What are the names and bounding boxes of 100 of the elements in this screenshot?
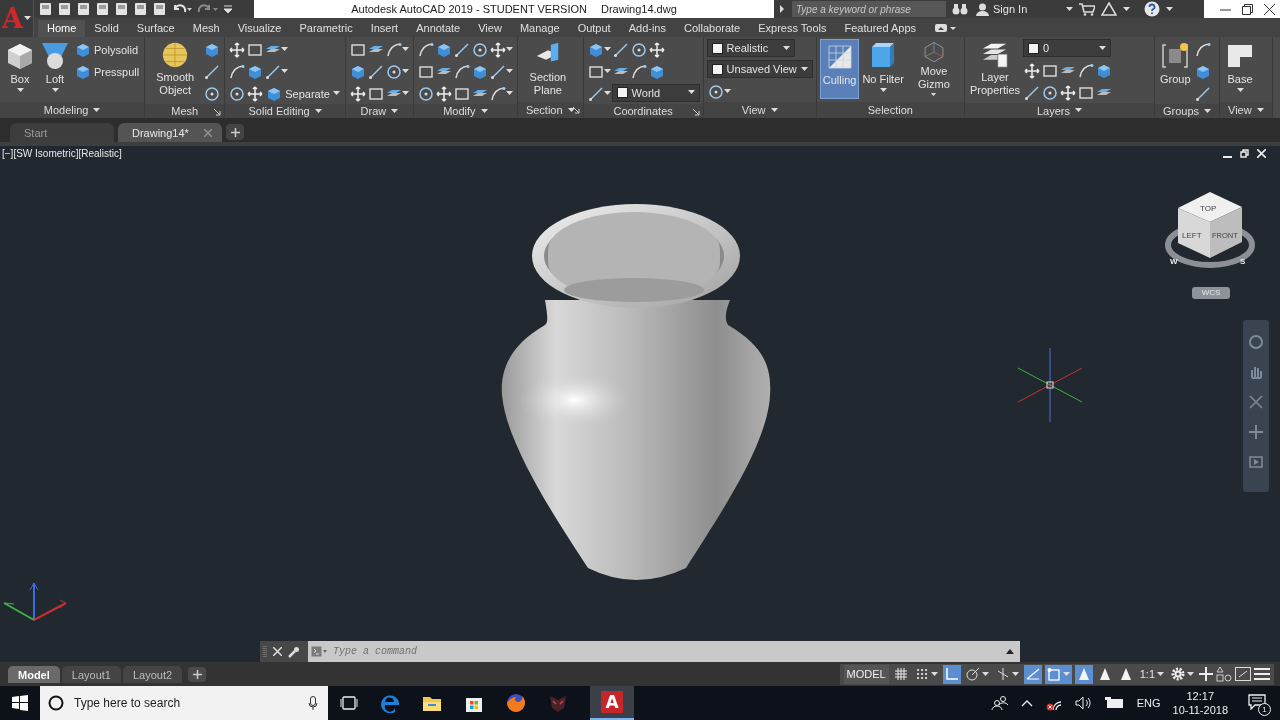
showmotion-icon[interactable] bbox=[1248, 454, 1264, 470]
ribbon-button[interactable]: Loft bbox=[38, 39, 72, 99]
tool-button[interactable] bbox=[434, 83, 453, 104]
viewport-control[interactable]: [SW Isometric] bbox=[13, 148, 79, 159]
taskbar-search-field[interactable]: Type here to search bbox=[72, 695, 300, 711]
panel-title[interactable]: Selection bbox=[816, 102, 964, 118]
expand-arrow-icon[interactable] bbox=[778, 4, 786, 14]
viewport-control[interactable]: [Realistic] bbox=[78, 148, 122, 159]
dropdown-icon[interactable] bbox=[223, 4, 233, 14]
status-toggle[interactable] bbox=[1074, 664, 1093, 684]
ribbon-tab[interactable]: Output bbox=[568, 20, 620, 37]
ribbon-button[interactable]: Smooth Object bbox=[148, 39, 203, 99]
ribbon-tab[interactable]: Home bbox=[38, 20, 86, 37]
cart-icon[interactable] bbox=[1079, 2, 1095, 16]
ribbon-tab[interactable]: Collaborate bbox=[674, 20, 750, 37]
viewport-control[interactable]: [−] bbox=[2, 148, 14, 159]
ribbon-button[interactable]: Move Gizmo bbox=[906, 39, 961, 99]
dropdown[interactable]: 0 bbox=[1022, 39, 1111, 57]
launcher-icon[interactable] bbox=[572, 107, 580, 114]
autocad-app-button[interactable]: A bbox=[601, 691, 623, 713]
ribbon-toggle-icon[interactable] bbox=[935, 23, 958, 33]
ribbon-tab[interactable]: Manage bbox=[510, 20, 569, 37]
ribbon-button[interactable]: Section Plane bbox=[520, 39, 575, 99]
speaker-icon[interactable] bbox=[1074, 696, 1093, 710]
battery-icon[interactable] bbox=[1104, 697, 1125, 709]
status-toggle[interactable] bbox=[1044, 664, 1072, 684]
microphone-icon[interactable] bbox=[308, 695, 318, 711]
ribbon-tab[interactable]: Solid bbox=[85, 20, 128, 37]
dropdown[interactable]: Realistic bbox=[706, 39, 795, 57]
status-toggle[interactable] bbox=[942, 664, 961, 684]
ribbon-button[interactable]: Group bbox=[1157, 39, 1193, 99]
new-layout-button[interactable] bbox=[188, 667, 207, 682]
panel-title[interactable]: View bbox=[1220, 102, 1272, 118]
view-cube-drawing[interactable] bbox=[1165, 192, 1255, 268]
document-icon[interactable] bbox=[38, 2, 53, 16]
tool-button[interactable] bbox=[348, 83, 367, 104]
launcher-icon[interactable] bbox=[214, 109, 222, 116]
dropdown[interactable]: World bbox=[611, 83, 700, 102]
search-field[interactable]: Type a keyword or phrase bbox=[792, 1, 946, 17]
new-tab-button[interactable] bbox=[226, 124, 244, 140]
ribbon-tab[interactable]: Featured Apps bbox=[835, 20, 926, 37]
zoom-icon[interactable] bbox=[1248, 394, 1264, 410]
binoculars-icon[interactable] bbox=[952, 3, 968, 15]
fullscreen-icon[interactable] bbox=[1235, 667, 1251, 681]
ribbon-button[interactable]: Base bbox=[1223, 39, 1257, 99]
command-field[interactable]: Type a command bbox=[331, 645, 1002, 658]
model-space-button[interactable]: MODEL bbox=[843, 664, 889, 684]
tool-button[interactable] bbox=[488, 39, 514, 60]
tool-button[interactable] bbox=[246, 83, 265, 104]
chevron-up-icon[interactable] bbox=[1020, 699, 1033, 707]
ribbon-tab[interactable]: Express Tools bbox=[749, 20, 836, 37]
ribbon-tab[interactable]: Add-ins bbox=[619, 20, 675, 37]
ribbon-button[interactable]: Box bbox=[3, 39, 37, 99]
help-icon[interactable] bbox=[1144, 1, 1160, 17]
notification-icon[interactable] bbox=[1248, 694, 1266, 710]
launcher-icon[interactable] bbox=[692, 109, 700, 116]
ribbon-tab[interactable]: Annotate bbox=[407, 20, 470, 37]
fox-globe-icon[interactable] bbox=[506, 693, 526, 713]
orbit-icon[interactable] bbox=[1248, 424, 1264, 440]
ribbon-button[interactable]: Presspull bbox=[73, 61, 142, 82]
windows-start-icon[interactable] bbox=[12, 695, 28, 711]
ribbon-tab[interactable]: Mesh bbox=[183, 20, 229, 37]
document-tab[interactable]: Start bbox=[10, 123, 114, 142]
browser-icon[interactable] bbox=[380, 693, 400, 713]
ribbon-button[interactable]: No Filter bbox=[860, 39, 906, 99]
panel-title[interactable]: Section bbox=[517, 102, 583, 118]
layout-tab[interactable]: Model bbox=[8, 666, 60, 683]
ribbon-button[interactable]: Separate bbox=[264, 83, 342, 104]
input-language[interactable]: ENG bbox=[1136, 697, 1161, 709]
panel-title[interactable]: Coordinates bbox=[583, 104, 703, 118]
triangle-icon[interactable] bbox=[1101, 2, 1117, 16]
panel-title[interactable]: View bbox=[703, 102, 816, 118]
taskbar-search-box[interactable]: Type here to search bbox=[40, 686, 328, 720]
tool-button[interactable] bbox=[647, 39, 666, 60]
panel-title[interactable]: Modeling bbox=[0, 102, 145, 118]
expand-arrow-icon[interactable] bbox=[1006, 649, 1014, 654]
dropdown[interactable]: Unsaved View bbox=[706, 60, 813, 78]
tool-button[interactable] bbox=[1022, 60, 1041, 81]
panel-title[interactable]: Layers bbox=[964, 103, 1154, 118]
document-tab[interactable]: Drawing14* bbox=[118, 123, 222, 142]
layout-tab[interactable]: Layout2 bbox=[122, 666, 183, 683]
annotation-scale-button[interactable]: 1:1 bbox=[1137, 664, 1166, 684]
panel-title[interactable]: Groups bbox=[1154, 104, 1219, 118]
ribbon-tab[interactable]: Surface bbox=[127, 20, 184, 37]
panel-title[interactable]: Draw bbox=[345, 104, 413, 118]
task-view-icon[interactable] bbox=[340, 696, 358, 710]
mask-icon[interactable] bbox=[548, 693, 568, 713]
people-icon[interactable] bbox=[990, 695, 1009, 711]
panel-title[interactable]: Solid Editing bbox=[225, 104, 345, 118]
panel-title[interactable]: Modify bbox=[413, 104, 517, 118]
layout-tab[interactable]: Layout1 bbox=[61, 666, 121, 683]
plus-icon[interactable] bbox=[1199, 667, 1213, 681]
undo-icon[interactable] bbox=[171, 3, 193, 15]
wrench-icon[interactable] bbox=[288, 645, 300, 658]
clock-date[interactable]: 10-11-2018 bbox=[1172, 703, 1228, 717]
prompt-icon[interactable] bbox=[311, 646, 327, 657]
panel-title[interactable]: Mesh bbox=[145, 104, 225, 118]
ribbon-button[interactable]: Layer Properties bbox=[967, 39, 1022, 99]
ribbon-button[interactable]: Polysolid bbox=[73, 39, 141, 60]
clock-time[interactable]: 12:17 bbox=[1186, 689, 1215, 703]
